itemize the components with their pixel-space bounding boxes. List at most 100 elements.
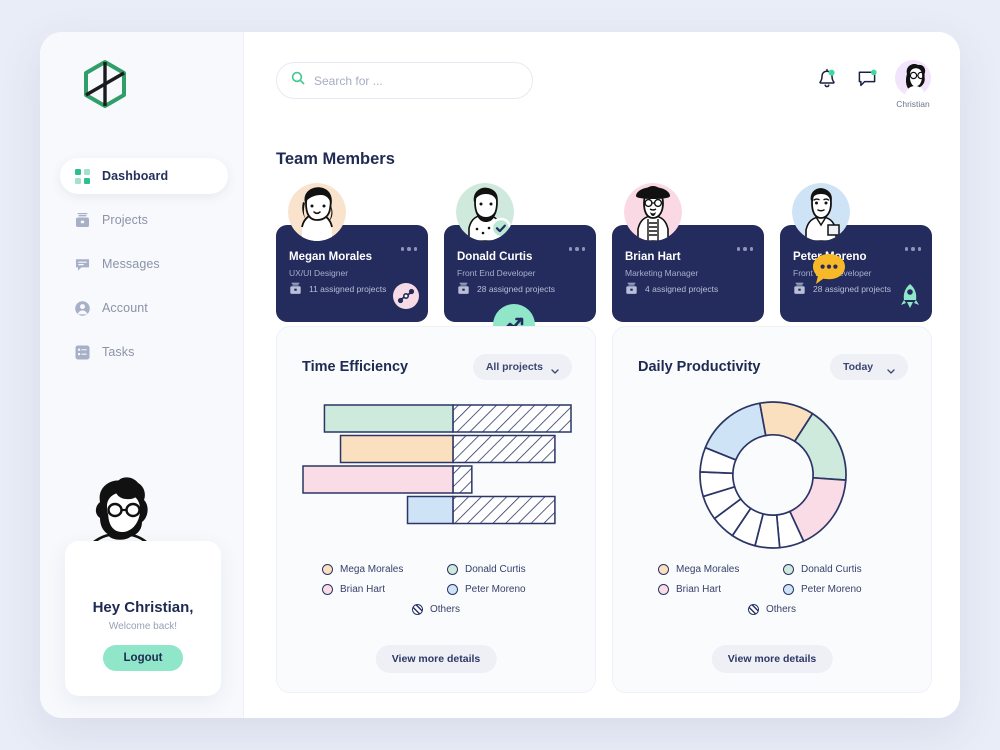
- greeting-text: Hey Christian,: [92, 599, 194, 616]
- time-efficiency-bar-chart: [302, 404, 572, 525]
- search-icon: [291, 71, 305, 90]
- grid-icon: [74, 168, 91, 185]
- sidebar-item-account[interactable]: Account: [60, 290, 228, 326]
- legend-item-others[interactable]: Others: [747, 604, 796, 615]
- legend-item[interactable]: Peter Moreno: [447, 584, 550, 595]
- dropdown-label: Today: [843, 361, 874, 373]
- briefcase-icon: [794, 282, 805, 294]
- search-box[interactable]: [276, 62, 533, 99]
- bar-segment-filled: [323, 404, 454, 433]
- legend-label: Brian Hart: [340, 584, 386, 595]
- legend-item[interactable]: Donald Curtis: [447, 564, 550, 575]
- more-dots-icon[interactable]: [568, 247, 585, 251]
- member-card[interactable]: Brian Hart Marketing Manager 4 assigned …: [612, 183, 764, 322]
- legend-label: Others: [429, 604, 460, 615]
- daily-productivity-card: Daily Productivity Today Mega Morales Do…: [612, 326, 932, 693]
- share-nodes-icon: [392, 282, 420, 310]
- bar-segment-filled: [406, 495, 454, 525]
- legend: Mega Morales Donald Curtis Brian Hart Pe…: [277, 564, 595, 624]
- legend-item[interactable]: Mega Morales: [658, 564, 761, 575]
- legend-swatch-hatched: [747, 604, 759, 615]
- legend-swatch: [322, 564, 333, 575]
- member-card[interactable]: Megan Morales UX/UI Designer 11 assigned…: [276, 183, 428, 322]
- bell-icon[interactable]: [817, 68, 837, 90]
- view-more-details-button[interactable]: View more details: [711, 645, 833, 673]
- sidebar-item-label: Messages: [102, 257, 160, 271]
- sidebar: Dashboard Projects Messages Account Task…: [40, 32, 244, 718]
- chevron-down-icon: [887, 365, 895, 374]
- legend-label: Peter Moreno: [465, 584, 526, 595]
- member-role: Marketing Manager: [625, 268, 699, 278]
- bar-segment-others: [452, 434, 556, 464]
- member-projects: 11 assigned projects: [289, 282, 386, 295]
- chat-icon: [74, 256, 91, 273]
- more-dots-icon[interactable]: [400, 247, 417, 251]
- card-title: Daily Productivity: [638, 359, 761, 375]
- sidebar-item-tasks[interactable]: Tasks: [60, 334, 228, 370]
- sidebar-nav: Dashboard Projects Messages Account Task…: [60, 158, 228, 378]
- member-name: Brian Hart: [625, 251, 681, 263]
- legend-label: Donald Curtis: [801, 564, 862, 575]
- legend-swatch-hatched: [411, 604, 423, 615]
- briefcase-icon: [74, 212, 91, 229]
- legend-swatch: [783, 584, 794, 595]
- legend-item[interactable]: Brian Hart: [658, 584, 761, 595]
- member-projects: 28 assigned projects: [457, 282, 555, 295]
- today-dropdown[interactable]: Today: [830, 354, 908, 380]
- legend-item[interactable]: Peter Moreno: [783, 584, 886, 595]
- more-dots-icon[interactable]: [736, 247, 753, 251]
- page-title: Team Members: [276, 150, 395, 168]
- time-efficiency-card: Time Efficiency All projects Mega Morale…: [276, 326, 596, 693]
- legend-swatch: [658, 584, 669, 595]
- chevron-down-icon: [551, 365, 559, 374]
- account-name: Christian: [896, 99, 930, 109]
- legend-item[interactable]: Brian Hart: [322, 584, 425, 595]
- member-projects: 4 assigned projects: [625, 282, 718, 295]
- legend-label: Others: [765, 604, 796, 615]
- welcome-text: Welcome back!: [108, 621, 178, 632]
- profile-card: Hey Christian, Welcome back! Logout: [65, 541, 221, 696]
- member-card[interactable]: Peter Moreno Front End Developer 28 assi…: [780, 183, 932, 322]
- bar-segment-filled: [339, 434, 454, 464]
- logout-button[interactable]: Logout: [103, 645, 183, 671]
- card-title: Time Efficiency: [302, 359, 409, 375]
- legend-label: Mega Morales: [340, 564, 404, 575]
- sidebar-item-messages[interactable]: Messages: [60, 246, 228, 282]
- sidebar-item-projects[interactable]: Projects: [60, 202, 228, 238]
- legend-swatch: [447, 584, 458, 595]
- view-more-details-button[interactable]: View more details: [375, 645, 497, 673]
- sidebar-item-label: Dashboard: [102, 169, 169, 183]
- sidebar-item-dashboard[interactable]: Dashboard: [60, 158, 228, 194]
- search-input[interactable]: [314, 73, 518, 88]
- daily-productivity-donut-chart: [699, 401, 847, 549]
- member-role: UX/UI Designer: [289, 268, 349, 278]
- main-content: Christian Team Members: [244, 32, 960, 718]
- list-icon: [74, 344, 91, 361]
- legend-label: Brian Hart: [676, 584, 722, 595]
- briefcase-icon: [458, 282, 469, 294]
- member-projects-text: 4 assigned projects: [645, 283, 719, 294]
- member-name: Megan Morales: [289, 251, 373, 263]
- cube-logo-icon[interactable]: [82, 59, 128, 109]
- rocket-icon: [896, 282, 924, 310]
- bar-segment-others: [452, 495, 556, 525]
- sidebar-item-label: Tasks: [102, 345, 135, 359]
- legend-item-others[interactable]: Others: [411, 604, 460, 615]
- legend-item[interactable]: Mega Morales: [322, 564, 425, 575]
- all-projects-dropdown[interactable]: All projects: [472, 354, 572, 380]
- member-role: Front End Developer: [457, 268, 536, 278]
- bar-segment-others: [452, 404, 572, 433]
- more-dots-icon[interactable]: [904, 247, 921, 251]
- member-projects-text: 28 assigned projects: [477, 283, 555, 294]
- speech-bubble-icon: [810, 251, 848, 289]
- legend: Mega Morales Donald Curtis Brian Hart Pe…: [613, 564, 931, 624]
- dashboard-app: Dashboard Projects Messages Account Task…: [40, 32, 960, 718]
- legend-item[interactable]: Donald Curtis: [783, 564, 886, 575]
- legend-label: Peter Moreno: [801, 584, 862, 595]
- messages-badge: [871, 69, 877, 76]
- legend-swatch: [783, 564, 794, 575]
- avatar[interactable]: Christian: [891, 60, 935, 109]
- chat-bubble-icon[interactable]: [857, 69, 877, 89]
- member-avatar: [624, 183, 682, 241]
- legend-swatch: [658, 564, 669, 575]
